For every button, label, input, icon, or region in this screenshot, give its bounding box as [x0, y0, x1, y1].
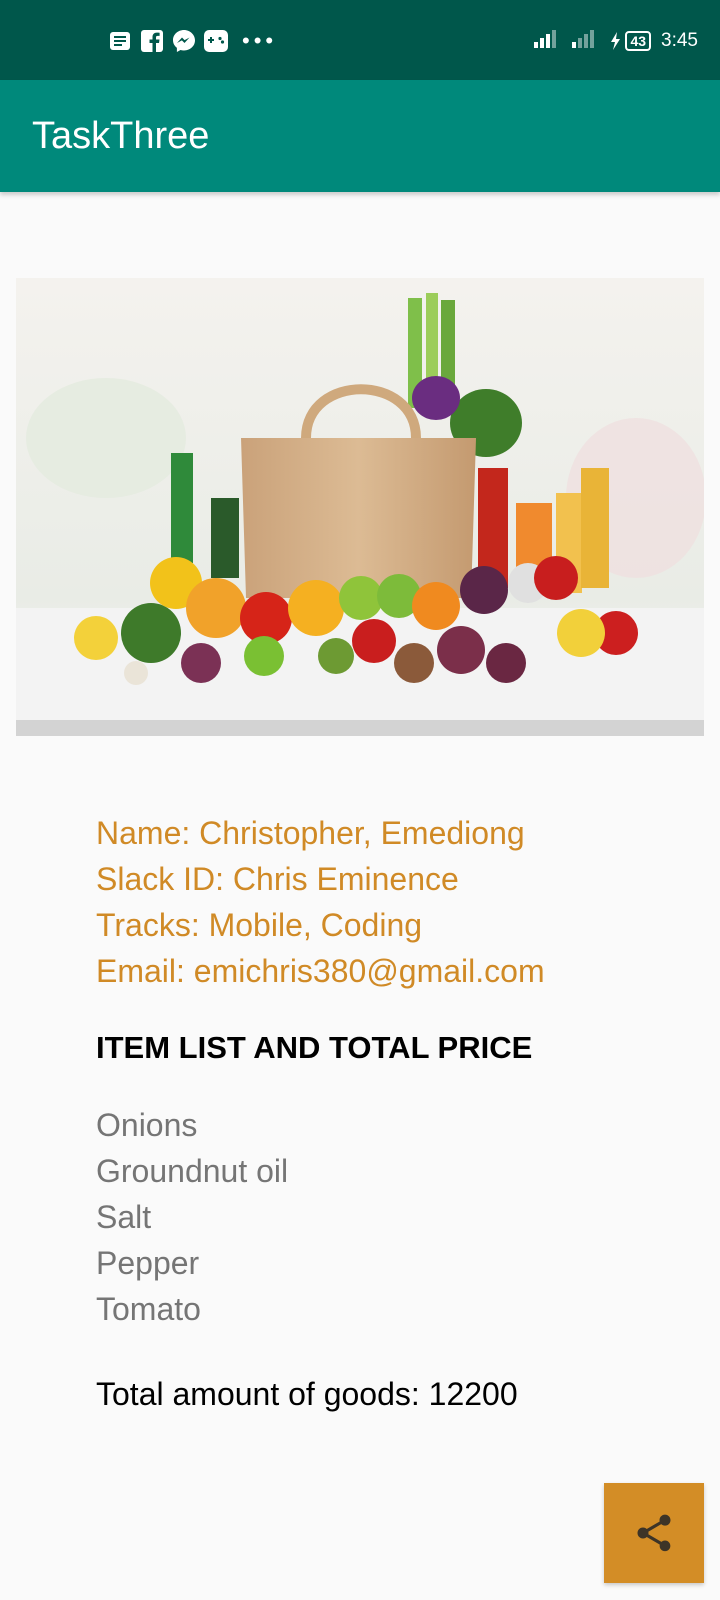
- signal-icon: [534, 28, 562, 54]
- profile-email: Email: emichris380@gmail.com: [96, 953, 545, 989]
- list-item: Pepper: [96, 1245, 200, 1281]
- share-button[interactable]: [604, 1483, 704, 1583]
- list-item: Salt: [96, 1199, 152, 1235]
- app-title: TaskThree: [32, 115, 210, 157]
- groceries-image: [16, 278, 704, 736]
- profile-tracks: Tracks: Mobile, Coding: [96, 907, 423, 943]
- status-bar: ••• 43 3:45: [0, 0, 720, 80]
- list-item: Onions: [96, 1107, 198, 1143]
- share-icon: [632, 1511, 676, 1555]
- item-list: Onions Groundnut oil Salt Pepper Tomato: [96, 1102, 288, 1332]
- profile-info: Name: Christopher, Emediong Slack ID: Ch…: [96, 810, 696, 994]
- game-icon: [204, 29, 228, 53]
- app-bar: TaskThree: [0, 80, 720, 192]
- profile-slack-id: Slack ID: Chris Eminence: [96, 861, 459, 897]
- messenger-icon: [172, 29, 196, 53]
- notification-icons: •••: [108, 28, 277, 54]
- list-item: Groundnut oil: [96, 1153, 289, 1189]
- profile-name: Name: Christopher, Emediong: [96, 815, 525, 851]
- list-item: Tomato: [96, 1291, 201, 1327]
- section-heading: ITEM LIST AND TOTAL PRICE: [96, 1030, 533, 1065]
- total-amount: Total amount of goods: 12200: [96, 1376, 518, 1412]
- clock: 3:45: [661, 30, 698, 51]
- battery-level: 43: [625, 31, 652, 51]
- news-icon: [108, 29, 132, 53]
- signal-icon-2: [572, 28, 600, 54]
- battery-icon: 43: [610, 31, 652, 51]
- facebook-icon: [140, 29, 164, 53]
- system-status: 43 3:45: [534, 28, 698, 54]
- more-dots-icon: •••: [242, 28, 278, 53]
